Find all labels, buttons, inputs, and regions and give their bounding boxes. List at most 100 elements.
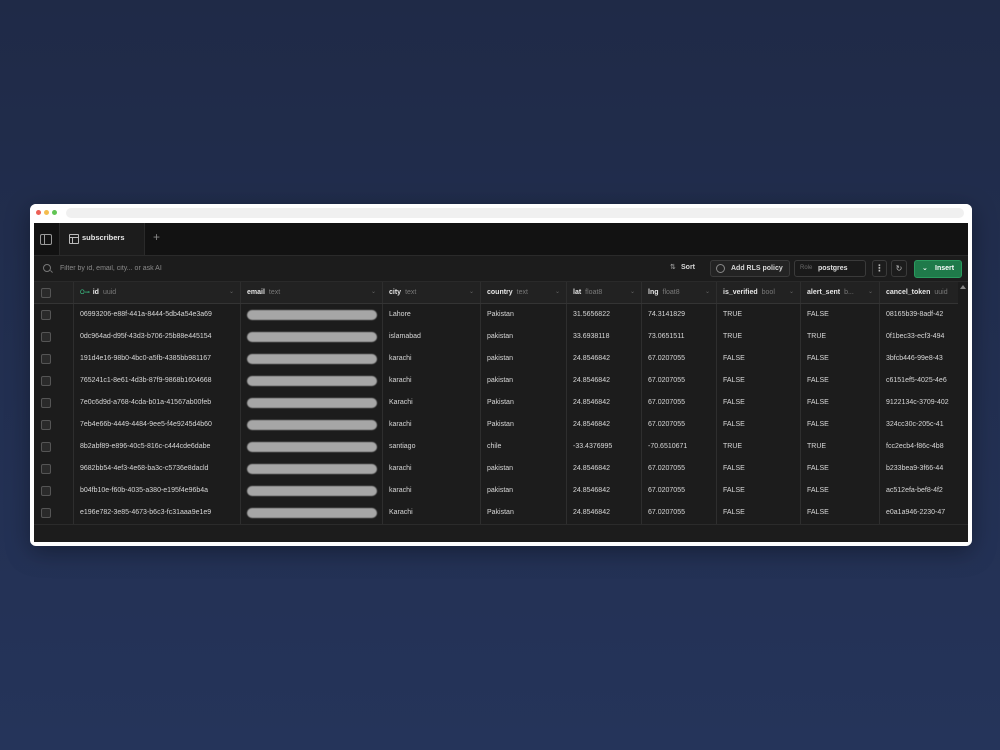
cell-lat[interactable]: 24.8546842 [567,370,642,392]
row-checkbox[interactable] [41,310,51,320]
chevron-down-icon[interactable]: ⌄ [229,282,234,303]
cell-is-verified[interactable]: FALSE [717,370,801,392]
chevron-down-icon[interactable]: ⌄ [469,282,474,303]
cell-cancel-token[interactable]: 324cc30c-205c-41 [880,414,968,436]
cell-is-verified[interactable]: TRUE [717,436,801,458]
cell-city[interactable]: santiago [383,436,481,458]
column-header-lng[interactable]: lng float8 ⌄ [642,282,717,303]
chevron-down-icon[interactable]: ⌄ [630,282,635,303]
vertical-scrollbar[interactable] [958,282,968,502]
cell-country[interactable]: pakistan [481,458,567,480]
cell-country[interactable]: Pakistan [481,392,567,414]
cell-city[interactable]: Karachi [383,392,481,414]
cell-country[interactable]: pakistan [481,370,567,392]
cell-alert-sent[interactable]: FALSE [801,480,880,502]
cell-is-verified[interactable]: FALSE [717,348,801,370]
cell-cancel-token[interactable]: 9122134c-3709-402 [880,392,968,414]
cell-id[interactable]: 7e0c6d9d-a768-4cda-b01a-41567ab00feb [74,392,241,414]
cell-cancel-token[interactable]: 0f1bec33-ecf3-494 [880,326,968,348]
table-row[interactable]: 06993206-e88f-441a-8444-5db4a54e3a69 Lah… [34,304,968,327]
cell-lng[interactable]: -70.6510671 [642,436,717,458]
chevron-down-icon[interactable]: ⌄ [789,282,794,303]
cell-email[interactable] [241,480,383,502]
cell-is-verified[interactable]: FALSE [717,480,801,502]
cell-city[interactable]: Lahore [383,304,481,326]
table-row[interactable]: 191d4e16-98b0-4bc0-a5fb-4385bb981167 kar… [34,348,968,371]
insert-button[interactable]: ⌄ Insert [914,260,962,278]
cell-country[interactable]: Pakistan [481,502,567,524]
cell-alert-sent[interactable]: FALSE [801,392,880,414]
row-checkbox[interactable] [41,376,51,386]
cell-country[interactable]: Pakistan [481,304,567,326]
cell-city[interactable]: karachi [383,348,481,370]
cell-is-verified[interactable]: TRUE [717,326,801,348]
cell-city[interactable]: karachi [383,370,481,392]
row-checkbox[interactable] [41,442,51,452]
cell-city[interactable]: Karachi [383,502,481,524]
cell-lng[interactable]: 67.0207055 [642,348,717,370]
cell-lat[interactable]: 24.8546842 [567,458,642,480]
table-row[interactable]: 765241c1-8e61-4d3b-87f9-9868b1604668 kar… [34,370,968,393]
table-row[interactable]: 8b2abf89-e896-40c5-816c-c444cde6dabe san… [34,436,968,459]
cell-lat[interactable]: 24.8546842 [567,480,642,502]
column-header-alert-sent[interactable]: alert_sent b... ⌄ [801,282,880,303]
cell-cancel-token[interactable]: c6151ef5-4025-4e6 [880,370,968,392]
cell-email[interactable] [241,370,383,392]
cell-cancel-token[interactable]: 08165b39-8adf-42 [880,304,968,326]
cell-id[interactable]: 7eb4e66b-4449-4484-9ee5-f4e9245d4b60 [74,414,241,436]
chevron-down-icon[interactable]: ⌄ [868,282,873,303]
cell-email[interactable] [241,458,383,480]
table-row[interactable]: 7e0c6d9d-a768-4cda-b01a-41567ab00feb Kar… [34,392,968,415]
filter-input[interactable] [60,262,260,275]
column-header-city[interactable]: city text ⌄ [383,282,481,303]
cell-country[interactable]: Pakistan [481,414,567,436]
sidebar-toggle-icon[interactable] [40,234,52,245]
row-checkbox[interactable] [41,508,51,518]
scroll-up-icon[interactable] [960,285,966,289]
cell-cancel-token[interactable]: 3bfcb446-99e8-43 [880,348,968,370]
cell-id[interactable]: 765241c1-8e61-4d3b-87f9-9868b1604668 [74,370,241,392]
cell-alert-sent[interactable]: FALSE [801,414,880,436]
maximize-window-icon[interactable] [52,210,57,215]
close-window-icon[interactable] [36,210,41,215]
table-row[interactable]: 7eb4e66b-4449-4484-9ee5-f4e9245d4b60 kar… [34,414,968,437]
chevron-down-icon[interactable]: ⌄ [371,282,376,303]
cell-id[interactable]: 06993206-e88f-441a-8444-5db4a54e3a69 [74,304,241,326]
table-row[interactable]: b04fb10e-f60b-4035-a380-e195f4e96b4a kar… [34,480,968,503]
cell-lng[interactable]: 67.0207055 [642,370,717,392]
more-options-icon[interactable]: ⋮ [872,260,887,277]
cell-alert-sent[interactable]: FALSE [801,370,880,392]
cell-city[interactable]: karachi [383,414,481,436]
cell-is-verified[interactable]: FALSE [717,502,801,524]
cell-alert-sent[interactable]: FALSE [801,458,880,480]
cell-is-verified[interactable]: TRUE [717,304,801,326]
row-checkbox[interactable] [41,354,51,364]
cell-country[interactable]: pakistan [481,326,567,348]
column-header-id[interactable]: O⊸ id uuid ⌄ [74,282,241,303]
refresh-icon[interactable]: ↻ [891,260,907,277]
cell-is-verified[interactable]: FALSE [717,458,801,480]
cell-email[interactable] [241,304,383,326]
cell-lng[interactable]: 67.0207055 [642,480,717,502]
cell-city[interactable]: karachi [383,458,481,480]
column-header-lat[interactable]: lat float8 ⌄ [567,282,642,303]
cell-email[interactable] [241,414,383,436]
column-header-country[interactable]: country text ⌄ [481,282,567,303]
cell-lng[interactable]: 67.0207055 [642,458,717,480]
cell-cancel-token[interactable]: b233bea9-3f66-44 [880,458,968,480]
table-row[interactable]: e196e782-3e85-4673-b6c3-fc31aaa9e1e9 Kar… [34,502,968,525]
add-tab-button[interactable]: + [153,230,160,244]
cell-alert-sent[interactable]: FALSE [801,502,880,524]
cell-alert-sent[interactable]: TRUE [801,326,880,348]
cell-email[interactable] [241,436,383,458]
minimize-window-icon[interactable] [44,210,49,215]
cell-email[interactable] [241,392,383,414]
cell-email[interactable] [241,348,383,370]
cell-alert-sent[interactable]: FALSE [801,304,880,326]
cell-lng[interactable]: 67.0207055 [642,414,717,436]
row-checkbox[interactable] [41,486,51,496]
row-checkbox[interactable] [41,420,51,430]
cell-lat[interactable]: 24.8546842 [567,414,642,436]
select-all-checkbox[interactable] [41,288,51,298]
cell-city[interactable]: karachi [383,480,481,502]
